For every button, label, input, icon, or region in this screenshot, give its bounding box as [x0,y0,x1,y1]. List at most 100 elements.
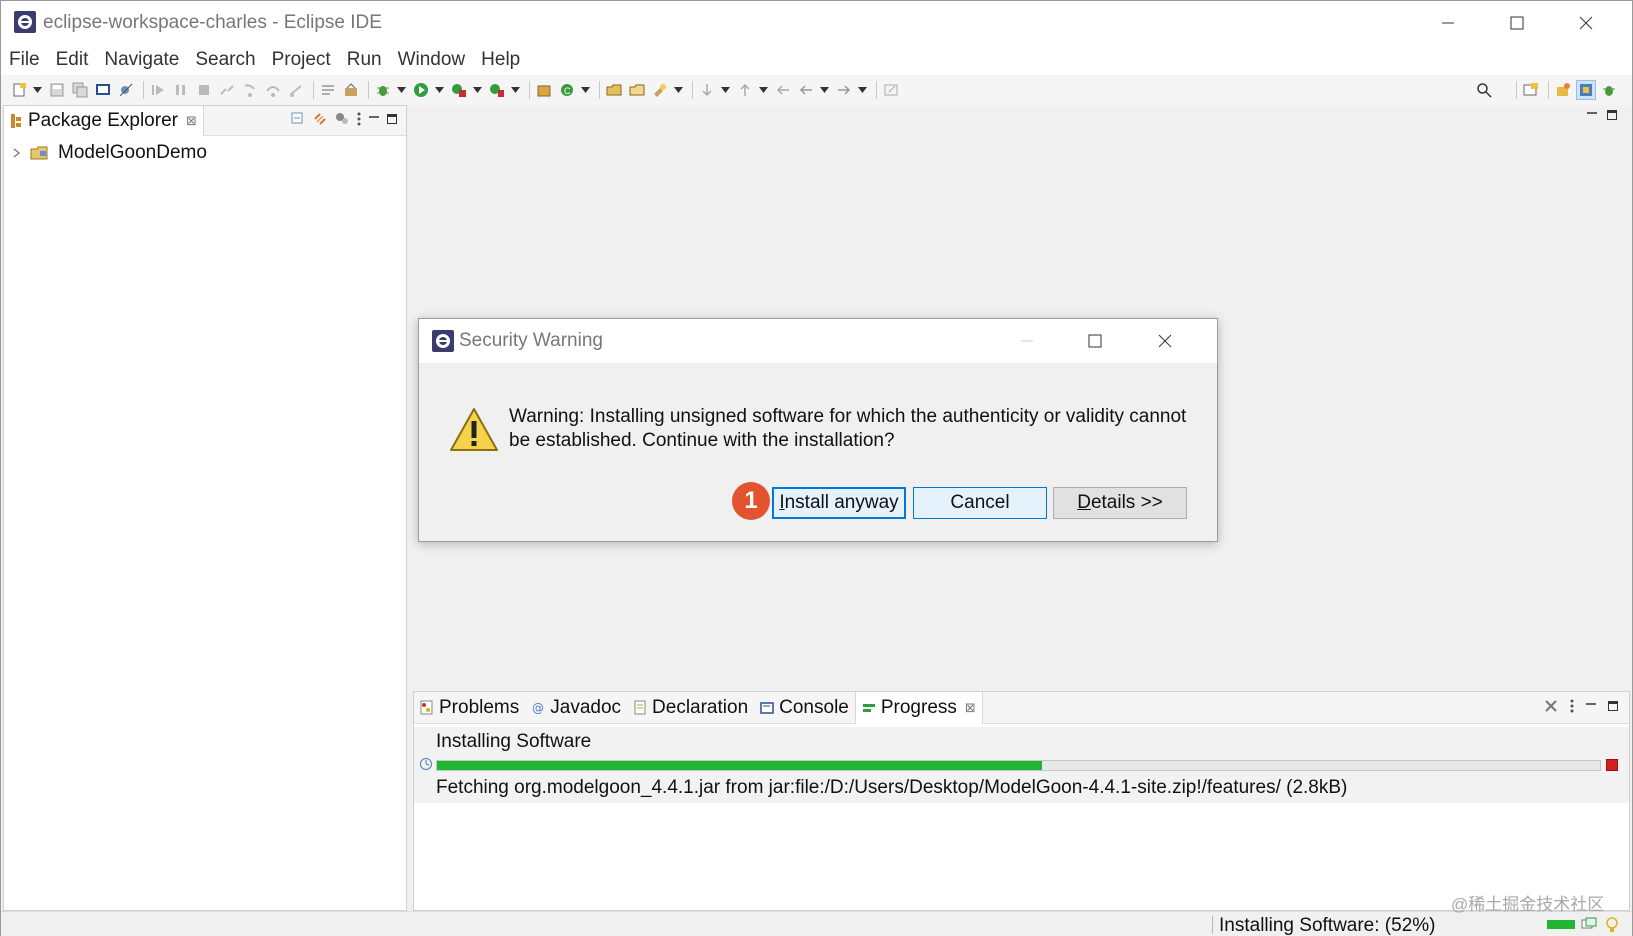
run-button[interactable] [411,80,431,100]
details-button[interactable]: Details >> [1053,487,1187,519]
close-tab-icon[interactable]: ⊠ [965,700,976,716]
debug-button[interactable] [373,80,393,100]
install-anyway-button[interactable]: Install anyway [772,487,906,519]
resume-button[interactable] [148,80,168,100]
global-search-button[interactable] [1474,80,1494,100]
filter-button[interactable] [334,111,350,127]
close-tab-icon[interactable]: ⊠ [186,113,197,129]
forward-button[interactable] [834,80,854,100]
minimize-view-icon [1587,112,1597,114]
progress-job-detail: Fetching org.modelgoon_4.4.1.jar from ja… [436,777,1348,798]
editor-minimize-button[interactable] [1586,109,1598,121]
java-perspective-button[interactable] [1576,80,1596,100]
java-ee-perspective-button[interactable] [1553,80,1573,100]
save-all-button[interactable] [70,80,90,100]
terminate-button[interactable] [194,80,214,100]
minimize-button[interactable] [1425,7,1471,39]
maximize-button[interactable] [1494,7,1540,39]
cancel-button[interactable]: Cancel [913,487,1047,519]
status-divider [1212,916,1213,934]
menu-project[interactable]: Project [272,49,331,71]
last-edit-button[interactable] [773,80,793,100]
search-dropdown[interactable] [673,80,683,100]
progress-minimize-button[interactable] [1585,700,1597,712]
tab-console[interactable]: Console [754,692,855,724]
external-tools-dropdown[interactable] [510,80,520,100]
step-return-button[interactable] [286,80,306,100]
step-number-badge: 1 [732,482,770,520]
new-java-class-button[interactable]: C [557,80,577,100]
coverage-button[interactable] [449,80,469,100]
open-type-button[interactable] [604,80,624,100]
debug-perspective-button[interactable] [1599,80,1619,100]
next-annotation-button[interactable] [697,80,717,100]
skip-breakpoints-button[interactable] [116,80,136,100]
window-title: eclipse-workspace-charles - Eclipse IDE [43,12,382,33]
svg-text:@: @ [532,701,544,715]
tab-javadoc[interactable]: @ Javadoc [525,692,627,724]
next-annotation-dropdown[interactable] [720,80,730,100]
menu-help[interactable]: Help [481,49,520,71]
chevron-down-icon [434,87,444,93]
view-menu-button[interactable] [356,111,362,127]
progress-maximize-button[interactable] [1607,700,1619,712]
open-perspective-button[interactable] [1521,80,1541,100]
new-class-dropdown[interactable] [580,80,590,100]
forward-dropdown[interactable] [857,80,867,100]
close-button[interactable] [1563,7,1609,39]
tab-progress[interactable]: Progress ⊠ [854,691,983,724]
new-button[interactable] [9,80,29,100]
tab-package-explorer[interactable]: Package Explorer ⊠ [4,106,204,136]
tab-problems[interactable]: Problems [414,692,525,724]
remove-all-finished-button[interactable] [1543,698,1559,714]
install-anyway-label: nstall anyway [784,492,899,513]
chevron-right-icon[interactable] [12,147,22,159]
debug-perspective-icon [1603,86,1615,96]
step-into-button[interactable] [240,80,260,100]
save-button[interactable] [47,80,67,100]
menu-edit[interactable]: Edit [56,49,89,71]
menu-search[interactable]: Search [195,49,255,71]
prev-annotation-button[interactable] [735,80,755,100]
new-java-package-button[interactable] [534,80,554,100]
search-tool-button[interactable] [650,80,670,100]
tab-declaration[interactable]: Declaration [627,692,754,724]
build-button[interactable] [341,80,361,100]
dialog-close-button[interactable] [1142,325,1188,357]
menu-file[interactable]: File [9,49,40,71]
status-progress-indicator[interactable] [1547,920,1575,929]
minimize-view-button[interactable] [368,113,380,125]
step-over-button[interactable] [263,80,283,100]
progress-view-menu-button[interactable] [1569,698,1575,714]
cancel-job-button[interactable] [1606,759,1618,771]
status-progress-text[interactable]: Installing Software: (52%) [1219,915,1436,936]
debug-dropdown[interactable] [396,80,406,100]
menu-run[interactable]: Run [347,49,382,71]
tree-item-project[interactable]: ModelGoonDemo [12,141,207,165]
collapse-all-button[interactable] [290,111,306,127]
run-dropdown[interactable] [434,80,444,100]
coverage-dropdown[interactable] [472,80,482,100]
disconnect-button[interactable] [217,80,237,100]
new-dropdown[interactable] [32,80,42,100]
use-step-filters-button[interactable] [318,80,338,100]
show-progress-button[interactable] [1581,916,1597,932]
maximize-view-button[interactable] [386,113,398,125]
menu-window[interactable]: Window [398,49,466,71]
prev-annotation-dropdown[interactable] [758,80,768,100]
open-resource-button[interactable] [627,80,647,100]
dialog-maximize-button[interactable] [1072,325,1118,357]
link-with-editor-button[interactable] [312,111,328,127]
menu-navigate[interactable]: Navigate [104,49,179,71]
editor-maximize-button[interactable] [1606,109,1618,121]
suspend-button[interactable] [171,80,191,100]
tip-button[interactable] [1605,916,1619,934]
dialog-minimize-button[interactable] [1004,325,1050,357]
back-button[interactable] [796,80,816,100]
chevron-down-icon [720,87,730,93]
external-tools-button[interactable] [487,80,507,100]
back-dropdown[interactable] [819,80,829,100]
terminal-button[interactable] [93,80,113,100]
dialog-message: Warning: Installing unsigned software fo… [509,406,1187,451]
pin-editor-button[interactable] [881,80,901,100]
